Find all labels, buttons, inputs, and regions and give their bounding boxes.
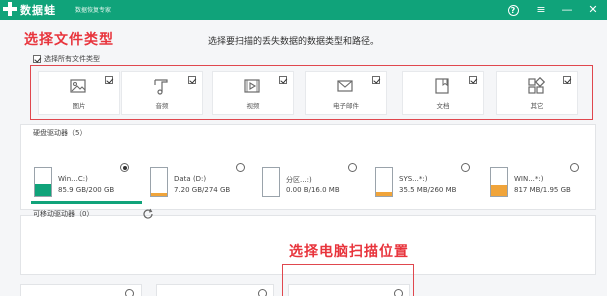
drive-icon [262,167,280,197]
file-type-card-other[interactable]: 其它 [496,71,578,115]
location-card[interactable] [20,284,142,296]
file-type-card-email[interactable]: 电子邮件 [305,71,387,115]
hard-drives-panel [20,124,596,210]
file-type-label: 文档 [436,102,450,110]
file-type-checkbox[interactable] [469,76,477,84]
file-type-label: 其它 [530,102,544,110]
image-icon [70,79,86,93]
drive-size: 0.00 B/16.0 MB [286,186,340,194]
file-type-label: 视频 [246,102,260,110]
select-all-label: 选择所有文件类型 [44,55,100,63]
select-all-check-icon [33,55,41,63]
drive-radio[interactable] [348,163,357,172]
minimize-icon: — [561,3,573,16]
other-icon [528,77,545,94]
drive-radio[interactable] [570,163,579,172]
file-type-checkbox[interactable] [188,76,196,84]
drive-radio[interactable] [236,163,245,172]
removable-drives-title: 可移动驱动器（0） [33,210,94,218]
location-radio[interactable] [125,289,134,296]
drive-size: 7.20 GB/274 GB [174,186,231,194]
help-button[interactable]: ? [503,0,523,20]
location-highlight-frame [282,264,414,296]
file-type-label: 音频 [155,102,169,110]
app-window: 数据蛙 数据恢复专家 ? ≡ — ✕ 选择文件类型 选择要扫描的丢失数据的数据类… [0,0,607,296]
file-type-checkbox[interactable] [279,76,287,84]
email-icon [337,80,353,92]
document-icon [435,78,449,94]
close-button[interactable]: ✕ [583,0,603,20]
close-icon: ✕ [588,3,598,16]
audio-icon [154,79,168,95]
drive-name: Data (D:) [174,175,207,183]
menu-button[interactable]: ≡ [531,0,551,20]
instruction-text: 选择要扫描的丢失数据的数据类型和路径。 [208,37,380,47]
file-type-card-audio[interactable]: 音频 [121,71,203,115]
drive-name: WIN...*:) [514,175,544,183]
app-subtitle: 数据恢复专家 [75,7,112,14]
drive-icon [34,167,52,197]
drive-size: 85.9 GB/200 GB [58,186,115,194]
logo-plus-icon [3,2,17,16]
file-type-card-documents[interactable]: 文档 [402,71,484,115]
file-type-card-images[interactable]: 图片 [38,71,120,115]
menu-icon: ≡ [536,3,546,16]
drive-radio[interactable] [461,163,470,172]
drive-name: Win...C:) [58,175,88,183]
file-type-card-video[interactable]: 视频 [212,71,294,115]
location-radio[interactable] [258,289,267,296]
file-type-checkbox[interactable] [105,76,113,84]
help-icon: ? [507,5,519,16]
drive-icon [150,167,168,197]
annotation-select-location: 选择电脑扫描位置 [289,244,409,260]
refresh-icon[interactable] [142,208,154,220]
file-type-checkbox[interactable] [372,76,380,84]
drive-size: 35.5 MB/260 MB [399,186,457,194]
file-type-label: 电子邮件 [333,102,359,110]
main-area: 选择文件类型 选择要扫描的丢失数据的数据类型和路径。 选择所有文件类型 图片 音… [0,20,607,296]
app-brand: 数据蛙 [20,4,56,17]
selected-drive-indicator [31,201,142,204]
select-all-checkbox[interactable]: 选择所有文件类型 [33,54,100,64]
file-type-label: 图片 [72,102,86,110]
video-icon [244,79,260,93]
location-card[interactable] [156,284,274,296]
hard-drives-title: 硬盘驱动器（5） [33,129,87,137]
file-type-checkbox[interactable] [563,76,571,84]
minimize-button[interactable]: — [557,0,577,20]
drive-icon [490,167,508,197]
annotation-select-file-type: 选择文件类型 [24,32,114,48]
drive-icon [375,167,393,197]
drive-name: 分区...:) [286,176,312,184]
drive-size: 817 MB/1.95 GB [514,186,571,194]
drive-name: SYS...*:) [399,175,428,183]
title-bar: 数据蛙 数据恢复专家 ? ≡ — ✕ [0,0,607,20]
drive-radio[interactable] [120,163,129,172]
